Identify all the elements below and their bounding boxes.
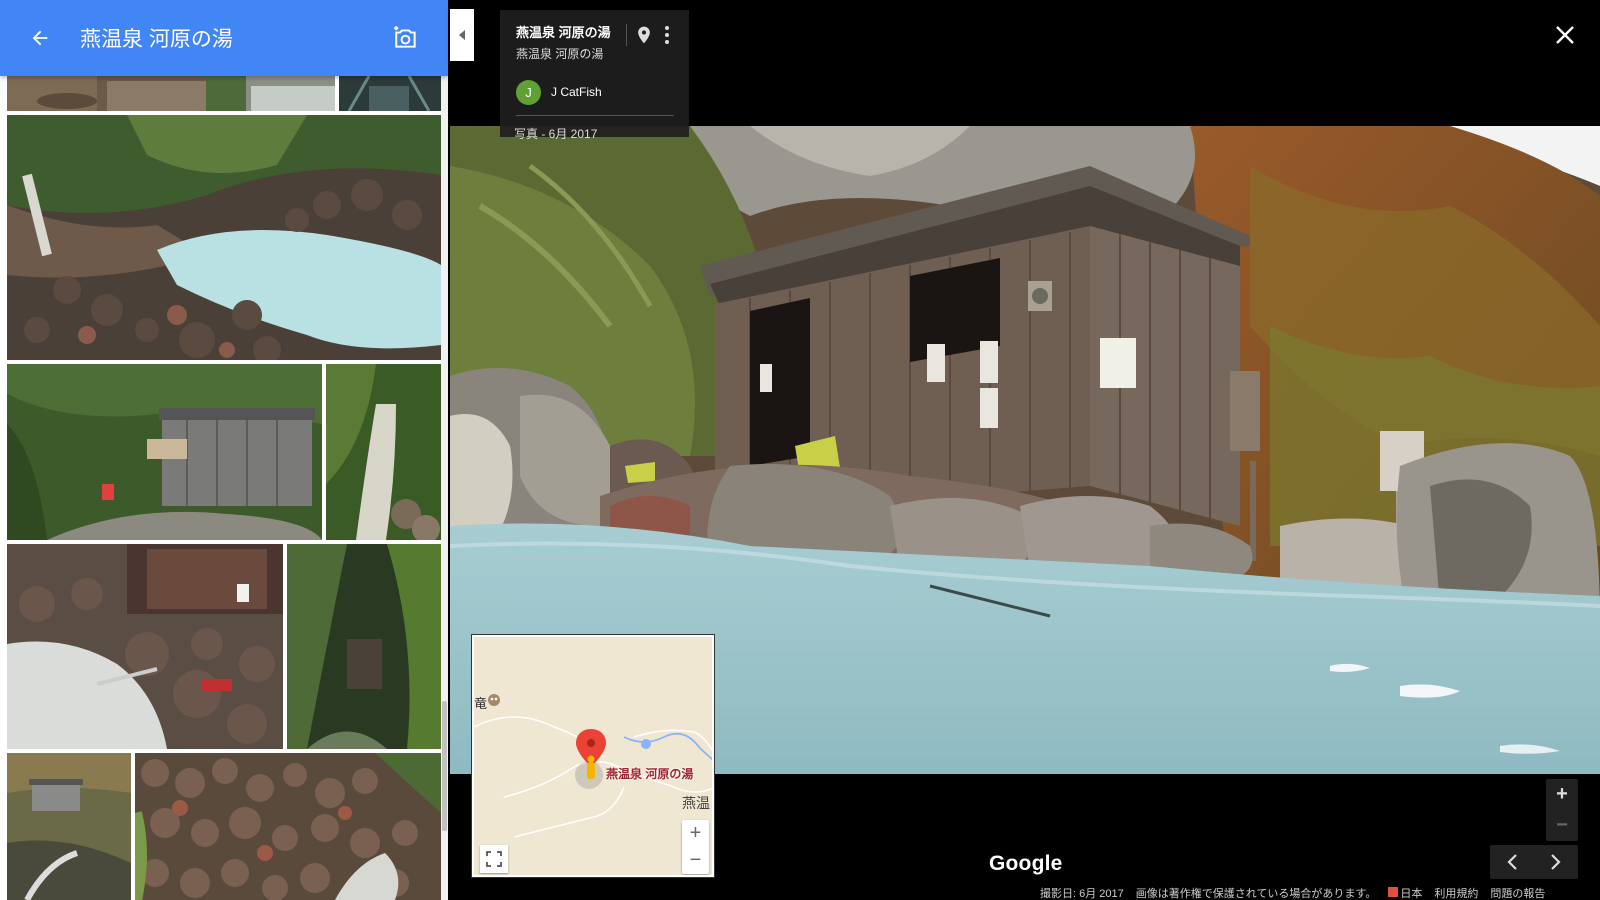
minimap-zoom-out-button[interactable]: − (682, 847, 709, 874)
photo-thumbnail[interactable] (7, 364, 322, 540)
add-photo-button[interactable] (386, 18, 426, 58)
previous-photo-button[interactable] (1490, 845, 1534, 879)
photo-thumbnail[interactable] (135, 753, 441, 900)
photo-thumbnail[interactable] (339, 76, 441, 111)
user-name[interactable]: J CatFish (551, 85, 602, 99)
zoom-out-button[interactable]: − (1546, 810, 1578, 841)
more-vertical-icon (665, 26, 669, 44)
photo-sidebar: 燕温泉 河原の湯 (0, 0, 448, 900)
page-title: 燕温泉 河原の湯 (80, 28, 233, 51)
google-logo: Google (989, 852, 1063, 875)
map-place-label[interactable]: 燕温泉 河原の湯 (606, 765, 693, 782)
photo-thumbnail[interactable] (7, 76, 206, 111)
info-subtitle: 燕温泉 河原の湯 (516, 47, 604, 61)
map-label: 燕温 (682, 795, 710, 811)
map-pin-icon (638, 26, 650, 44)
chevron-left-icon (1507, 854, 1517, 870)
minimap-zoom-in-button[interactable]: + (682, 820, 709, 847)
capture-date: 撮影日: 6月 2017 (1040, 887, 1124, 900)
fullscreen-icon (486, 851, 502, 867)
avatar[interactable]: J (516, 80, 541, 105)
triangle-left-icon (459, 30, 465, 40)
photo-thumbnail[interactable] (326, 364, 441, 540)
zoom-control: + − (1546, 779, 1578, 841)
footer: 撮影日: 6月 2017 画像は著作権で保護されている場合があります。 日本 利… (1040, 885, 1545, 900)
collapse-panel-button[interactable] (450, 9, 474, 61)
photo-info-card: 燕温泉 河原の湯 燕温泉 河原の湯 J J CatFish 写真 - 6月 20… (500, 10, 689, 141)
close-icon (1556, 26, 1574, 44)
arrow-left-icon (32, 30, 48, 46)
chevron-right-icon (1551, 854, 1561, 870)
copyright-notice: 画像は著作権で保護されている場合があります。 (1135, 887, 1377, 900)
divider (626, 24, 627, 46)
terms-link[interactable]: 利用規約 (1434, 885, 1478, 900)
map-label: 竜 (474, 696, 488, 711)
photo-grid (0, 0, 448, 900)
map-pin-button[interactable] (634, 24, 654, 46)
divider (516, 115, 674, 116)
back-button[interactable] (20, 18, 60, 58)
next-photo-button[interactable] (1534, 845, 1578, 879)
minimap[interactable]: 竜 燕温泉 河原の湯 燕温 + − (472, 635, 714, 877)
photo-thumbnail[interactable] (7, 753, 131, 900)
close-button[interactable] (1548, 18, 1582, 52)
photo-navigation (1490, 845, 1578, 879)
info-title[interactable]: 燕温泉 河原の湯 (516, 22, 611, 41)
scrollbar[interactable] (441, 76, 448, 900)
photo-thumbnail[interactable] (7, 544, 283, 749)
report-link[interactable]: 問題の報告 (1490, 885, 1545, 900)
region-label: 日本 (1400, 887, 1423, 900)
photo-thumbnail[interactable] (287, 544, 441, 749)
scrollbar-thumb[interactable] (442, 701, 447, 831)
photo-viewer-app: 燕温泉 河原の湯 燕温泉 河原の湯 燕温泉 河原の湯 J J CatFish 写… (0, 0, 1600, 900)
photo-thumbnail[interactable] (206, 76, 335, 111)
add-photo-icon (394, 26, 416, 48)
minimap-zoom-control: + − (682, 820, 709, 874)
region-link[interactable]: 日本 (1388, 885, 1422, 900)
photo-date: 写真 - 6月 2017 (514, 127, 598, 141)
zoom-in-button[interactable]: + (1546, 779, 1578, 810)
panel-header: 燕温泉 河原の湯 (0, 0, 448, 76)
expand-map-button[interactable] (480, 845, 508, 873)
photo-thumbnail[interactable] (7, 115, 441, 360)
flag-icon (1388, 886, 1399, 897)
more-options-button[interactable] (659, 24, 675, 46)
